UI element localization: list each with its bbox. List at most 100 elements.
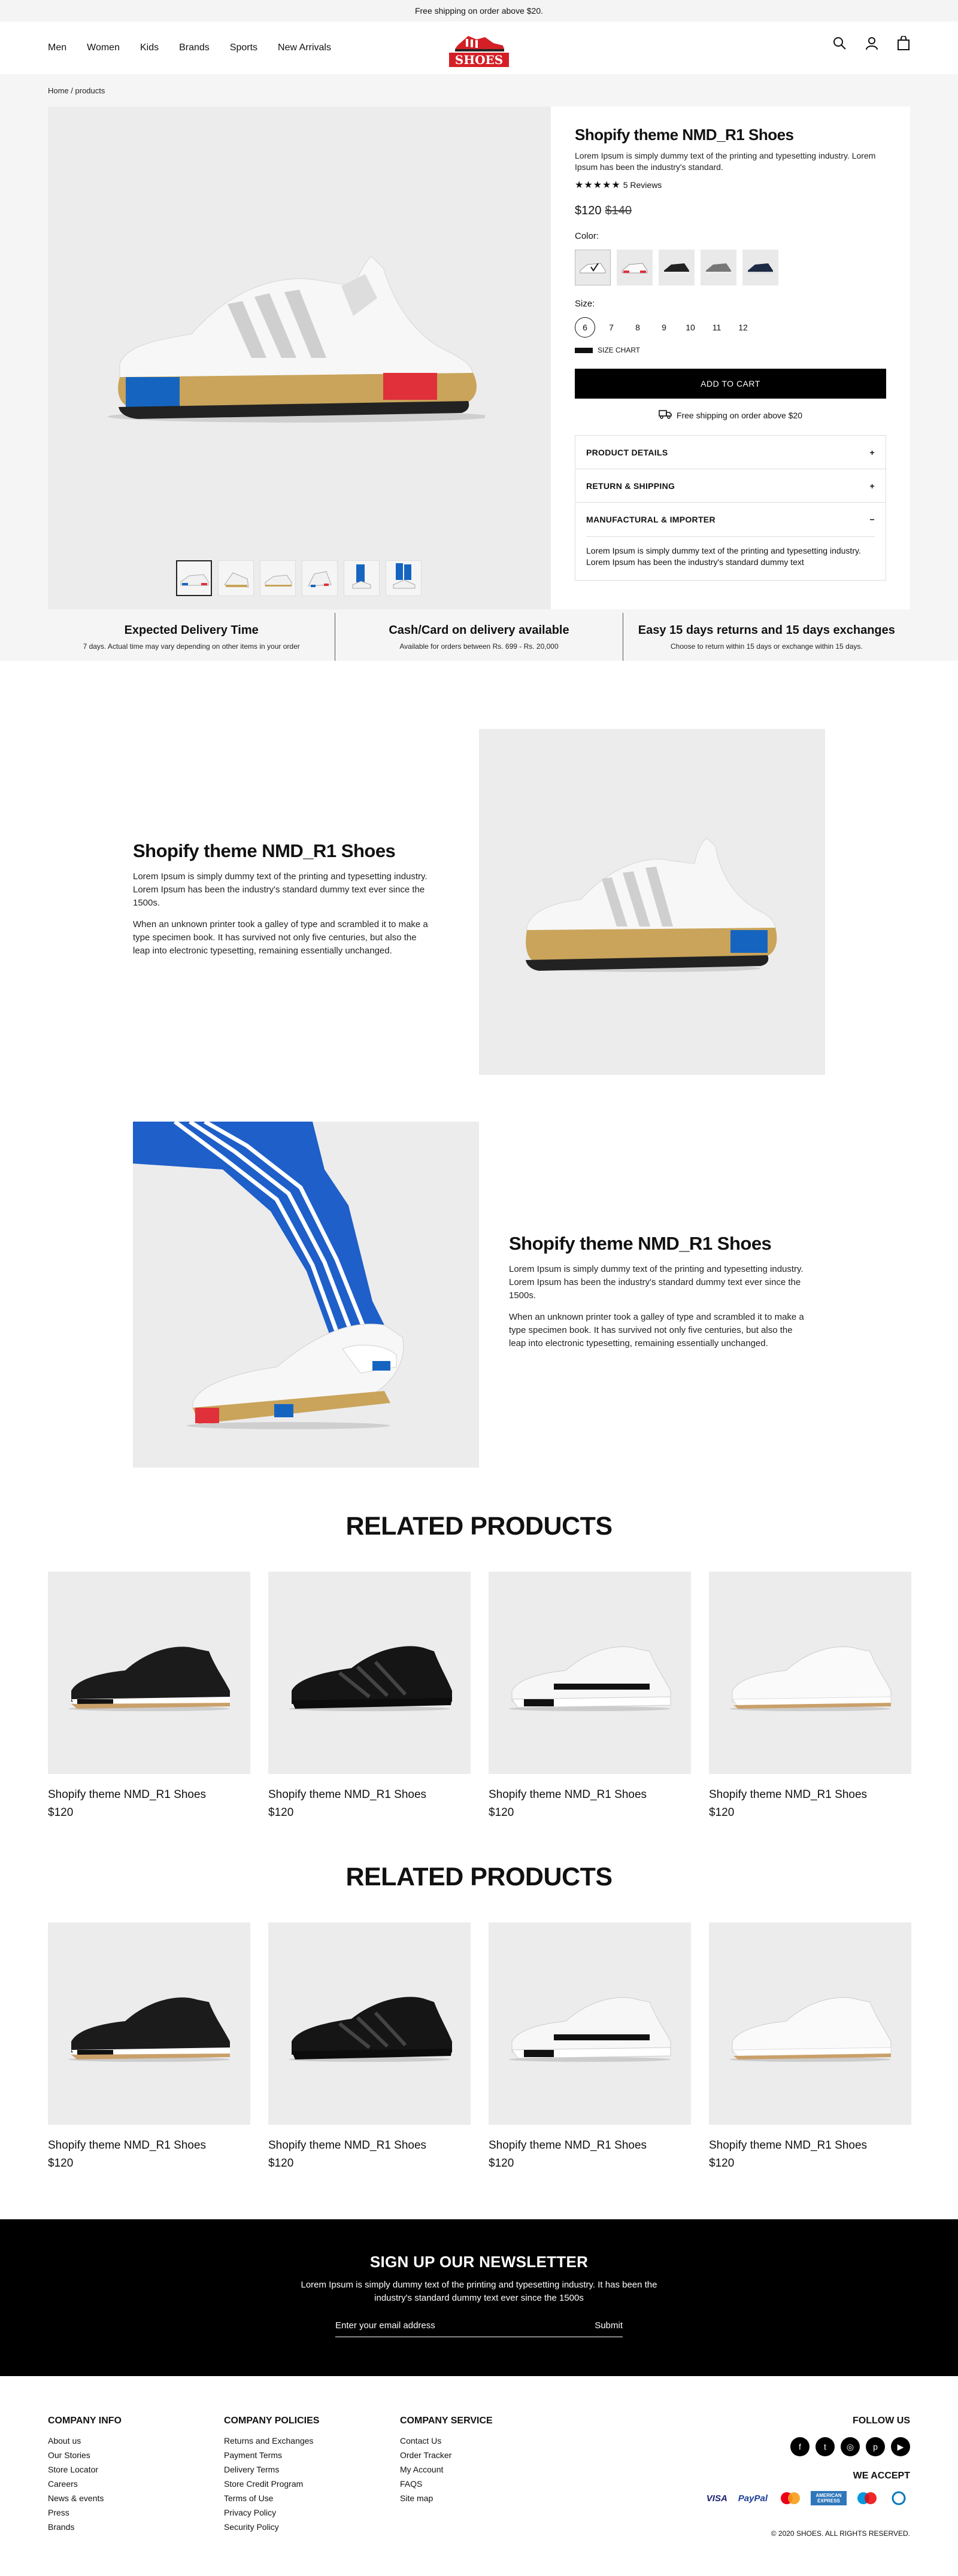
nav-item-sports[interactable]: Sports [230, 42, 257, 53]
related-products-title: RELATED PRODUCTS [345, 1863, 613, 1891]
product-name[interactable]: Shopify theme NMD_R1 Shoes [268, 1788, 471, 1802]
size-option-8[interactable]: 8 [627, 317, 648, 338]
product-name[interactable]: Shopify theme NMD_R1 Shoes [48, 1788, 250, 1802]
nav-item-new-arrivals[interactable]: New Arrivals [278, 42, 331, 53]
twitter-icon[interactable]: t [815, 2437, 835, 2456]
accordion-product-details[interactable]: PRODUCT DETAILS + [575, 436, 886, 469]
product-name[interactable]: Shopify theme NMD_R1 Shoes [489, 1788, 691, 1802]
thumbnail-2[interactable] [218, 560, 254, 596]
footer-link[interactable]: Security Policy [224, 2520, 319, 2534]
email-input[interactable]: Enter your email address [335, 2320, 435, 2331]
footer-link[interactable]: Brands [48, 2520, 122, 2534]
product-card[interactable]: Shopify theme NMD_R1 Shoes $120 [709, 1922, 911, 2170]
size-option-12[interactable]: 12 [733, 317, 753, 338]
product-name[interactable]: Shopify theme NMD_R1 Shoes [709, 1788, 911, 1802]
product-card[interactable]: Shopify theme NMD_R1 Shoes $120 [48, 1572, 250, 1819]
thumbnail-5[interactable] [344, 560, 380, 596]
footer-link[interactable]: Contact Us [400, 2434, 493, 2448]
swatch-white-blue[interactable] [575, 250, 611, 285]
swatch-navy[interactable] [742, 250, 778, 285]
product-card[interactable]: Shopify theme NMD_R1 Shoes $120 [268, 1922, 471, 2170]
footer-link[interactable]: News & events [48, 2491, 122, 2505]
product-image[interactable] [489, 1572, 691, 1774]
nav-item-kids[interactable]: Kids [140, 42, 159, 53]
size-chart-link[interactable]: SIZE CHART [575, 346, 886, 354]
product-name[interactable]: Shopify theme NMD_R1 Shoes [48, 2139, 250, 2152]
youtube-icon[interactable]: ▶ [891, 2437, 910, 2456]
size-option-10[interactable]: 10 [680, 317, 701, 338]
footer-link[interactable]: Careers [48, 2477, 122, 2491]
product-card[interactable]: Shopify theme NMD_R1 Shoes $120 [489, 1572, 691, 1819]
footer-link[interactable]: Order Tracker [400, 2448, 493, 2462]
submit-button[interactable]: Submit [595, 2320, 623, 2331]
accordion-body: Lorem Ipsum is simply dummy text of the … [575, 536, 886, 580]
accordion-return-shipping[interactable]: RETURN & SHIPPING + [575, 469, 886, 503]
footer-link[interactable]: Store Locator [48, 2462, 122, 2477]
product-price: $120 [268, 1806, 294, 1819]
size-options: 6 7 8 9 10 11 12 [575, 317, 886, 338]
product-card[interactable]: Shopify theme NMD_R1 Shoes $120 [489, 1922, 691, 2170]
product-name[interactable]: Shopify theme NMD_R1 Shoes [709, 2139, 911, 2152]
swatch-grey[interactable] [701, 250, 736, 285]
size-option-9[interactable]: 9 [654, 317, 674, 338]
size-label: Size: [575, 299, 595, 309]
footer-heading: COMPANY POLICIES [224, 2416, 320, 2426]
footer-link[interactable]: About us [48, 2434, 122, 2448]
footer-link[interactable]: Payment Terms [224, 2448, 319, 2462]
bag-icon[interactable] [897, 35, 910, 53]
product-image[interactable] [489, 1922, 691, 2125]
story-text-1: Shopify theme NMD_R1 Shoes Lorem Ipsum i… [133, 840, 432, 958]
product-image[interactable] [268, 1922, 471, 2125]
pinterest-icon[interactable]: p [866, 2437, 885, 2456]
user-icon[interactable] [865, 36, 879, 53]
thumbnail-4[interactable] [302, 560, 338, 596]
product-image[interactable] [268, 1572, 471, 1774]
newsletter-form: Enter your email address Submit [335, 2320, 623, 2337]
product-card[interactable]: Shopify theme NMD_R1 Shoes $120 [268, 1572, 471, 1819]
product-name[interactable]: Shopify theme NMD_R1 Shoes [489, 2139, 691, 2152]
footer-link[interactable]: My Account [400, 2462, 493, 2477]
search-icon[interactable] [832, 36, 847, 53]
instagram-icon[interactable]: ◎ [841, 2437, 860, 2456]
product-price: $120 [489, 1806, 514, 1819]
product-name[interactable]: Shopify theme NMD_R1 Shoes [268, 2139, 471, 2152]
product-image[interactable] [709, 1572, 911, 1774]
add-to-cart-button[interactable]: ADD TO CART [575, 369, 886, 399]
footer-link[interactable]: Returns and Exchanges [224, 2434, 319, 2448]
product-description: Lorem Ipsum is simply dummy text of the … [575, 151, 876, 172]
nav-item-brands[interactable]: Brands [179, 42, 210, 53]
nav-item-women[interactable]: Women [87, 42, 120, 53]
product-image[interactable] [48, 1922, 250, 2125]
shipping-note: Free shipping on order above $20 [575, 409, 886, 421]
thumbnail-6[interactable] [386, 560, 422, 596]
product-image[interactable] [48, 1572, 250, 1774]
accordion-manufacturer[interactable]: MANUFACTURAL & IMPORTER − [575, 503, 886, 536]
product-card[interactable]: Shopify theme NMD_R1 Shoes $120 [48, 1922, 250, 2170]
reviews-count[interactable]: 5 Reviews [623, 180, 662, 190]
thumbnail-3[interactable] [260, 560, 296, 596]
product-accordion: PRODUCT DETAILS + RETURN & SHIPPING + MANU… [575, 435, 886, 581]
site-logo[interactable]: SHOES [442, 28, 516, 69]
logo-text: SHOES [454, 53, 504, 67]
size-option-6[interactable]: 6 [575, 317, 595, 338]
thumbnail-1[interactable] [176, 560, 212, 596]
product-price: $120 [709, 1806, 735, 1819]
footer-link[interactable]: Terms of Use [224, 2491, 319, 2505]
footer-link[interactable]: Press [48, 2505, 122, 2520]
size-option-11[interactable]: 11 [707, 317, 727, 338]
swatch-black[interactable] [659, 250, 695, 285]
nav-item-men[interactable]: Men [48, 42, 66, 53]
footer-link[interactable]: Store Credit Program [224, 2477, 319, 2491]
footer-link[interactable]: Privacy Policy [224, 2505, 319, 2520]
swatch-white-red[interactable] [617, 250, 653, 285]
footer-link[interactable]: Site map [400, 2491, 493, 2505]
facebook-icon[interactable]: f [790, 2437, 810, 2456]
footer-link[interactable]: Delivery Terms [224, 2462, 319, 2477]
product-card[interactable]: Shopify theme NMD_R1 Shoes $120 [709, 1572, 911, 1819]
breadcrumb[interactable]: Home / products [48, 86, 105, 95]
product-rating[interactable]: ★★★★★ 5 Reviews [575, 179, 886, 191]
footer-link[interactable]: FAQS [400, 2477, 493, 2491]
product-image[interactable] [709, 1922, 911, 2125]
footer-link[interactable]: Our Stories [48, 2448, 122, 2462]
size-option-7[interactable]: 7 [601, 317, 622, 338]
